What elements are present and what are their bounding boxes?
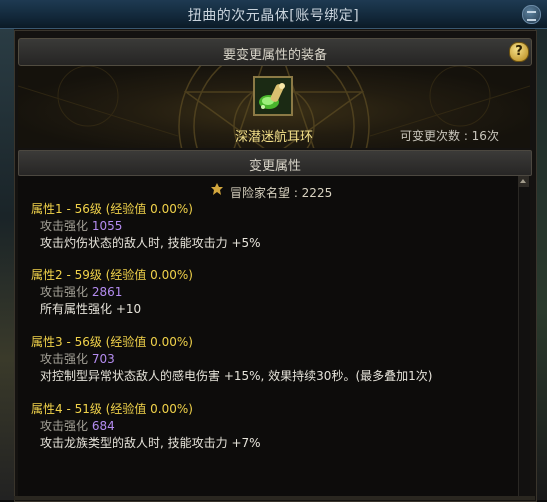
dialog-window: 扭曲的次元晶体[账号绑定] 要变更属性的装备 ? 深潜迷航耳环 可变更次数: … xyxy=(0,0,547,502)
enhance-value: 1055 xyxy=(91,219,123,233)
attribute-2-description: 所有属性强化 +10 xyxy=(40,302,142,316)
scrollbar[interactable] xyxy=(518,176,530,496)
fame-text: 冒险家名望 : 2225 xyxy=(230,186,333,200)
attribute-1-description: 攻击灼伤状态的敌人时, 技能攻击力 +5% xyxy=(40,236,261,250)
earring-icon xyxy=(255,78,291,114)
attribute-1-enhance: 攻击强化 1055 xyxy=(40,217,122,234)
attribute-1-header: 属性1 - 56级 (经验值 0.00%) xyxy=(31,202,193,216)
scroll-up-button[interactable] xyxy=(518,176,529,187)
attribute-4-description: 攻击龙族类型的敌人时, 技能攻击力 +7% xyxy=(40,436,261,450)
attribute-2-enhance: 攻击强化 2861 xyxy=(40,283,122,300)
window-title: 扭曲的次元晶体[账号绑定] xyxy=(187,8,360,24)
change-count-text: 可变更次数 : 16次 xyxy=(400,129,499,143)
attr-section-header: 变更属性 xyxy=(18,150,532,176)
enhance-label: 攻击强化 xyxy=(40,419,89,433)
help-icon[interactable]: ? xyxy=(509,42,529,62)
item-name: 深潜迷航耳环 xyxy=(234,130,313,145)
attribute-4-header: 属性4 - 51级 (经验值 0.00%) xyxy=(31,402,193,416)
enhance-label: 攻击强化 xyxy=(40,219,89,233)
enhance-value: 684 xyxy=(91,419,115,433)
equipment-slot[interactable] xyxy=(253,76,293,116)
background-left-edge xyxy=(0,28,14,500)
bottom-border xyxy=(14,496,535,500)
equip-section-label: 要变更属性的装备 xyxy=(222,48,327,63)
attribute-3-description: 对控制型异常状态敌人的感电伤害 +15%, 效果持续30秒。(最多叠加1次) xyxy=(40,369,433,383)
title-bar[interactable]: 扭曲的次元晶体[账号绑定] xyxy=(0,0,547,29)
equip-section-header: 要变更属性的装备 xyxy=(18,38,532,66)
attribute-4-enhance: 攻击强化 684 xyxy=(40,417,115,434)
attribute-3-header: 属性3 - 56级 (经验值 0.00%) xyxy=(31,335,193,349)
attribute-2-header: 属性2 - 59级 (经验值 0.00%) xyxy=(31,268,193,282)
change-count: 可变更次数 : 16次 xyxy=(400,127,499,144)
fame-icon xyxy=(211,183,223,195)
enhance-label: 攻击强化 xyxy=(40,285,89,299)
enhance-value: 703 xyxy=(91,352,115,366)
menu-icon[interactable] xyxy=(522,5,541,24)
attribute-3-enhance: 攻击强化 703 xyxy=(40,350,115,367)
attr-section-label: 变更属性 xyxy=(248,159,301,174)
enhance-value: 2861 xyxy=(91,285,123,299)
enhance-label: 攻击强化 xyxy=(40,352,89,366)
